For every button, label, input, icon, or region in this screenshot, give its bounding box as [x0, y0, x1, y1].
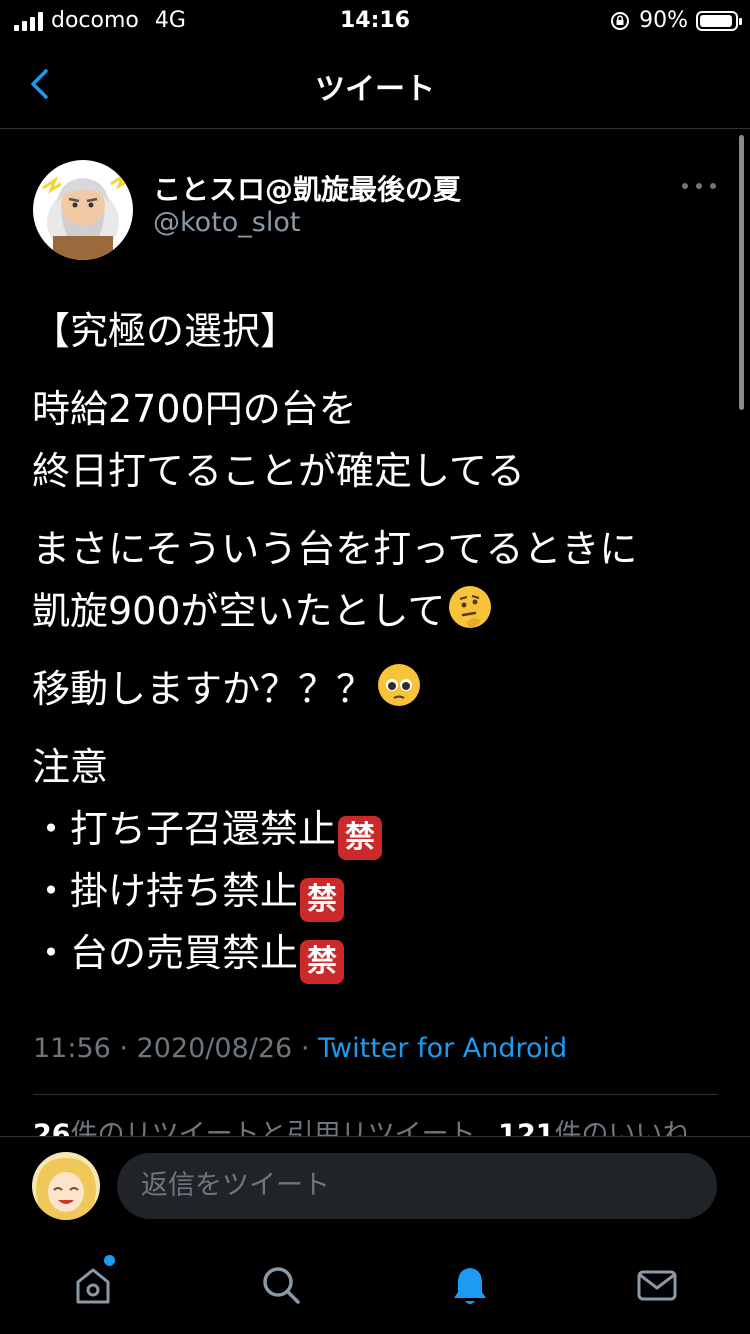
tweet-line: 移動しますか？？？	[32, 658, 722, 720]
more-options-icon[interactable]	[682, 178, 716, 194]
tab-bar	[0, 1236, 750, 1334]
tweet-text: 【究極の選択】 時給2700円の台を 終日打てることが確定してる まさにそういう…	[32, 300, 722, 1000]
tweet-time: 11:56	[33, 1033, 111, 1064]
battery-info: 90%	[609, 8, 742, 33]
tweet-line: 時給2700円の台を	[32, 387, 357, 431]
prohibited-icon: 禁	[300, 878, 345, 922]
tweet-meta: 11:56 · 2020/08/26 · Twitter for Android	[33, 1033, 567, 1064]
rotation-lock-icon	[611, 11, 630, 30]
tweet-line: まさにそういう台を打ってるときに	[32, 527, 638, 571]
search-icon[interactable]	[256, 1260, 306, 1310]
user-avatar-icon	[32, 1152, 100, 1220]
nav-bar: ツイート	[0, 40, 750, 129]
tweet-line: ・台の売買禁止禁	[32, 922, 722, 984]
author-avatar[interactable]	[33, 160, 133, 260]
tweet-line: ・打ち子召還禁止禁	[32, 798, 722, 860]
tweet-line: 凱旋900が空いたとして	[32, 580, 722, 642]
zeus-avatar-icon	[33, 160, 133, 260]
meta-separator: ·	[119, 1033, 128, 1064]
reply-input[interactable]: 返信をツイート	[117, 1153, 717, 1219]
tweet-paragraph: 移動しますか？？？	[32, 658, 722, 720]
status-bar: docomo 4G 14:16 90%	[0, 0, 750, 40]
battery-icon	[696, 10, 742, 31]
tweet-paragraph: 【究極の選択】	[32, 300, 722, 362]
new-content-dot	[104, 1255, 115, 1266]
messages-icon[interactable]	[632, 1260, 682, 1310]
tweet-paragraph: まさにそういう台を打ってるときに 凱旋900が空いたとして	[32, 518, 722, 642]
pleading-face-icon	[378, 664, 421, 706]
reply-bar: 返信をツイート	[0, 1136, 750, 1237]
user-avatar[interactable]	[32, 1152, 100, 1220]
tweet-line: ・掛け持ち禁止禁	[32, 860, 722, 922]
author-display-name[interactable]: ことスロ@凱旋最後の夏	[153, 168, 461, 208]
author-handle[interactable]: @koto_slot	[153, 207, 300, 238]
tweet-paragraph: 注意 ・打ち子召還禁止禁 ・掛け持ち禁止禁 ・台の売買禁止禁	[32, 736, 722, 984]
scrollbar[interactable]	[739, 135, 744, 410]
tweet-line: 【究極の選択】	[32, 309, 299, 353]
page-title: ツイート	[315, 72, 435, 107]
retweet-count[interactable]: 26	[33, 1119, 71, 1136]
like-count[interactable]: 121	[498, 1119, 554, 1136]
tweet-stats: 26件のリツイートと引用リツイート 121件のいいね	[33, 1112, 690, 1136]
tweet-line: 注意	[32, 745, 109, 789]
notifications-icon[interactable]	[445, 1260, 495, 1310]
prohibited-icon: 禁	[300, 940, 345, 984]
prohibited-icon: 禁	[338, 816, 383, 860]
thinking-face-icon	[449, 586, 492, 628]
divider	[33, 1094, 718, 1095]
meta-separator: ·	[300, 1033, 310, 1064]
tweet-paragraph: 時給2700円の台を 終日打てることが確定してる	[32, 378, 722, 502]
tweet-line: 終日打てることが確定してる	[32, 449, 525, 493]
like-label[interactable]: 件のいいね	[555, 1119, 690, 1136]
tweet-date: 2020/08/26	[136, 1033, 293, 1064]
retweet-label[interactable]: 件のリツイートと引用リツイート	[71, 1119, 476, 1136]
home-icon[interactable]	[68, 1260, 118, 1310]
tweet-source-link[interactable]: Twitter for Android	[318, 1033, 567, 1064]
battery-percent: 90%	[639, 8, 688, 33]
